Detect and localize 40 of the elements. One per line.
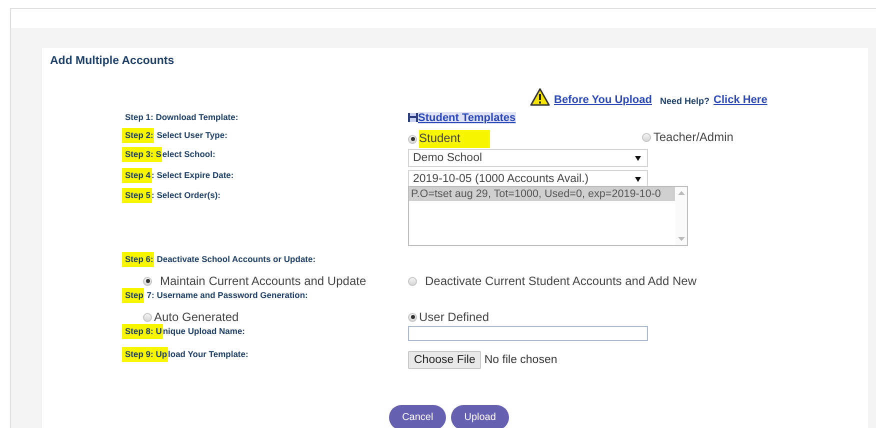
step-label: Step 2: Select User Type: (125, 130, 408, 140)
order-list[interactable]: P.O=tset aug 29, Tot=1000, Used=0, exp=2019-10-0 (408, 186, 688, 246)
step-label: Step 9: Upload Your Template: (125, 349, 408, 359)
step-label: Step 6: Deactivate School Accounts or Update: (125, 254, 408, 264)
radio-label: Teacher/Admin (653, 130, 734, 144)
radio-label: User Defined (419, 310, 490, 324)
radio-button[interactable] (143, 276, 152, 286)
form-button[interactable]: Cancel (389, 405, 446, 428)
scroll-down-icon (678, 236, 684, 242)
radio-button[interactable] (642, 132, 652, 142)
help-link[interactable]: Click Here (714, 94, 768, 106)
before-upload-link[interactable]: Before You Upload (554, 94, 652, 106)
radio-label: Deactivate Current Student Accounts and Add New (425, 274, 696, 288)
text-input-field[interactable] (408, 326, 648, 341)
choose-file-button[interactable]: Choose File (408, 351, 482, 369)
radio-button[interactable] (408, 276, 417, 286)
step-label: Step 4: Select Expire Date: (125, 170, 408, 180)
dropdown[interactable]: Demo School (408, 149, 648, 167)
step-label: Step 7: Username and Password Generation: (125, 290, 408, 300)
radio-label: Student (419, 130, 490, 148)
dropdown-arrow-icon (635, 154, 641, 162)
step-label: Step 1: Download Template: (125, 112, 240, 122)
dropdown-arrow-icon (635, 176, 641, 182)
step-label: Step 3: Select School: (125, 149, 408, 159)
file-status: No file chosen (484, 354, 558, 366)
scroll-up-icon (678, 190, 684, 196)
radio-label: Maintain Current Accounts and Update (160, 274, 366, 288)
warning-icon (530, 88, 550, 106)
radio-button[interactable] (408, 134, 417, 144)
step-label: Step 8: U nique Upload Name: (125, 326, 408, 336)
template-link[interactable]: Student Templates (418, 112, 516, 124)
help-prompt: Need Help? (660, 96, 710, 106)
list-item[interactable]: P.O=tset aug 29, Tot=1000, Used=0, exp=2019-10-0 (409, 187, 675, 201)
step-label: Step 5: Select Order(s): (125, 190, 408, 200)
form-button[interactable]: Upload (451, 405, 509, 428)
radio-label: Auto Generated (154, 310, 239, 324)
save-icon (408, 112, 418, 123)
radio-button[interactable] (408, 312, 417, 322)
page-title: Add Multiple Accounts (50, 55, 176, 67)
radio-button[interactable] (143, 312, 152, 322)
